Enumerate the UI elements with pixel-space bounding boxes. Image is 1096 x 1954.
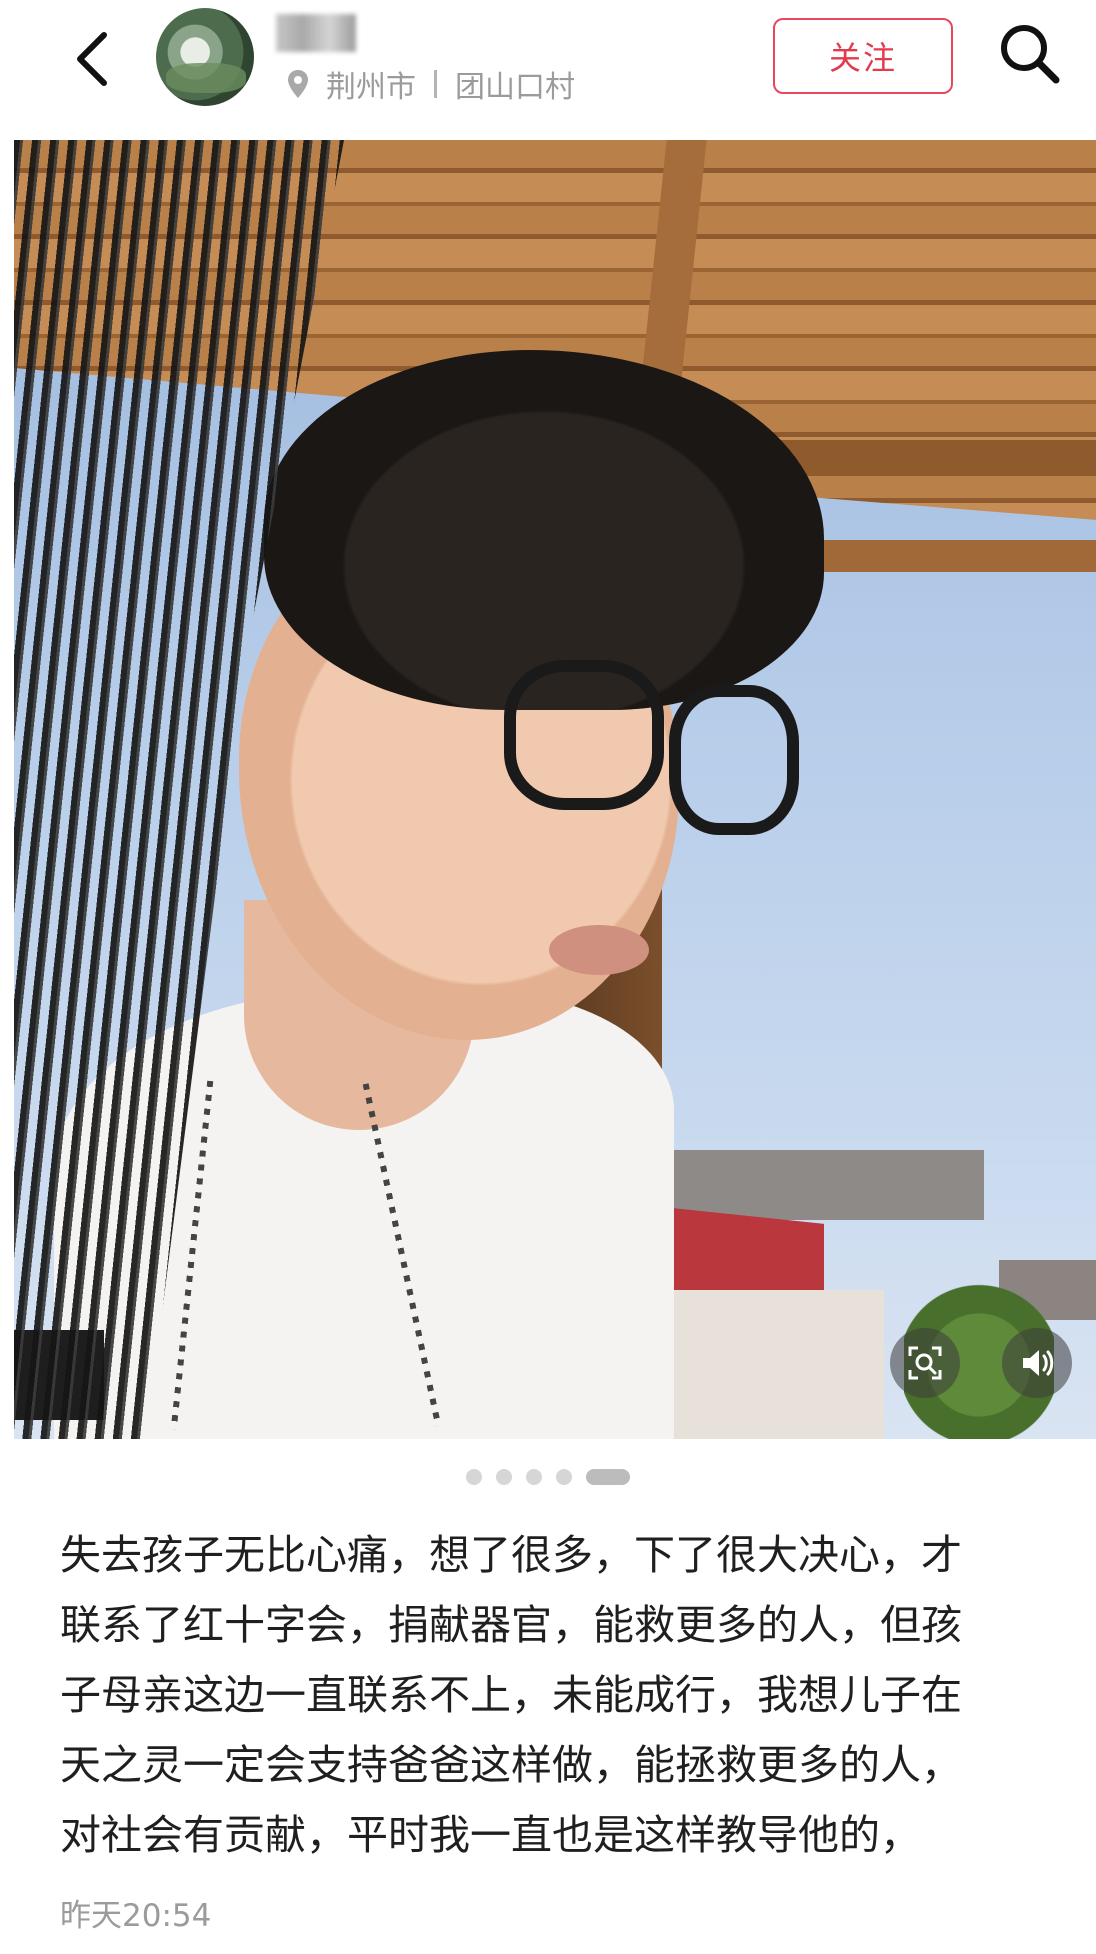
top-bar: 荆州 荆州市 团山口村 关注 bbox=[0, 0, 1096, 140]
follow-button[interactable]: 关注 bbox=[773, 18, 953, 94]
carousel-dot bbox=[556, 1469, 572, 1485]
sound-button[interactable] bbox=[1002, 1328, 1072, 1398]
location-pin-icon bbox=[288, 70, 308, 98]
username[interactable]: 荆州 bbox=[276, 14, 356, 52]
location-place: 团山口村 bbox=[455, 70, 575, 105]
caption-line: 失去孩子无比心痛，想了很多，下了很大决心，才 bbox=[60, 1531, 962, 1579]
carousel-dot bbox=[496, 1469, 512, 1485]
carousel-indicator bbox=[0, 1469, 1096, 1485]
post-time: 昨天20:54 bbox=[60, 1898, 212, 1934]
post-caption: 失去孩子无比心痛，想了很多，下了很大决心，才 联系了红十字会，捐献器官，能救更多… bbox=[60, 1520, 1060, 1870]
image-scan-button[interactable] bbox=[890, 1328, 960, 1398]
carousel-dot-active bbox=[586, 1469, 630, 1485]
location-separator bbox=[434, 70, 437, 98]
carousel-dot bbox=[466, 1469, 482, 1485]
location-city: 荆州市 bbox=[326, 70, 416, 105]
location-line: 荆州市 团山口村 bbox=[286, 64, 575, 105]
caption-line: 联系了红十字会，捐献器官，能救更多的人，但孩 bbox=[60, 1601, 962, 1649]
caption-line: 天之灵一定会支持爸爸这样做，能拯救更多的人， bbox=[60, 1741, 962, 1789]
image-scan-icon bbox=[908, 1346, 942, 1380]
post-photo[interactable] bbox=[14, 140, 1096, 1439]
speaker-icon bbox=[1023, 1350, 1054, 1376]
back-button[interactable] bbox=[62, 24, 122, 94]
carousel-dot bbox=[526, 1469, 542, 1485]
caption-line: 子母亲这边一直联系不上，未能成行，我想儿子在 bbox=[60, 1671, 962, 1719]
avatar[interactable] bbox=[156, 8, 254, 106]
caption-line: 对社会有贡献，平时我一直也是这样教导他的， bbox=[60, 1811, 921, 1859]
chevron-left-icon bbox=[77, 32, 107, 86]
search-icon[interactable] bbox=[996, 20, 1062, 86]
